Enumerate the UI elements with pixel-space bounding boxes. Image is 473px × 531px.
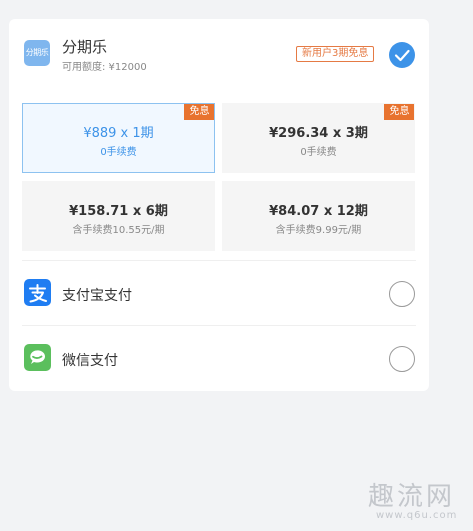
fenqile-checked-icon[interactable] <box>389 42 415 68</box>
new-user-promo-badge: 新用户3期免息 <box>296 46 375 62</box>
alipay-icon <box>24 279 51 306</box>
plan-option-1[interactable]: ¥889 x 1期 0手续费 免息 <box>22 103 215 173</box>
available-quota: 可用额度: ¥12000 <box>62 62 147 73</box>
plan-fee: 含手续费10.55元/期 <box>72 225 165 236</box>
plan-fee: 0手续费 <box>300 147 337 158</box>
plan-option-12[interactable]: ¥84.07 x 12期 含手续费9.99元/期 <box>222 181 415 251</box>
wechat-option[interactable]: 微信支付 <box>9 326 429 390</box>
plan-title: ¥158.71 x 6期 <box>69 204 168 219</box>
wechat-radio[interactable] <box>389 346 415 372</box>
wechat-icon <box>24 344 51 371</box>
payment-card: 分期乐 分期乐 可用额度: ¥12000 新用户3期免息 ¥889 x 1期 0… <box>9 19 429 391</box>
site-watermark: 趣流网 <box>368 482 456 512</box>
alipay-radio[interactable] <box>389 281 415 307</box>
interest-free-tag: 免息 <box>184 104 214 120</box>
wechat-label: 微信支付 <box>62 353 118 369</box>
alipay-option[interactable]: 支付宝支付 <box>9 261 429 325</box>
plan-fee: 含手续费9.99元/期 <box>275 225 362 236</box>
plan-title: ¥84.07 x 12期 <box>269 204 368 219</box>
fenqile-name: 分期乐 <box>62 38 108 56</box>
plan-fee: 0手续费 <box>100 147 137 158</box>
plan-title: ¥296.34 x 3期 <box>269 126 368 141</box>
site-watermark-url: www.q6u.com <box>376 510 458 521</box>
plan-option-6[interactable]: ¥158.71 x 6期 含手续费10.55元/期 <box>22 181 215 251</box>
alipay-label: 支付宝支付 <box>62 288 132 304</box>
fenqile-option[interactable]: 分期乐 分期乐 可用额度: ¥12000 新用户3期免息 <box>9 19 429 89</box>
plan-option-3[interactable]: ¥296.34 x 3期 0手续费 免息 <box>222 103 415 173</box>
plan-title: ¥889 x 1期 <box>83 126 154 141</box>
interest-free-tag: 免息 <box>384 104 414 120</box>
fenqile-logo-icon: 分期乐 <box>24 40 50 66</box>
